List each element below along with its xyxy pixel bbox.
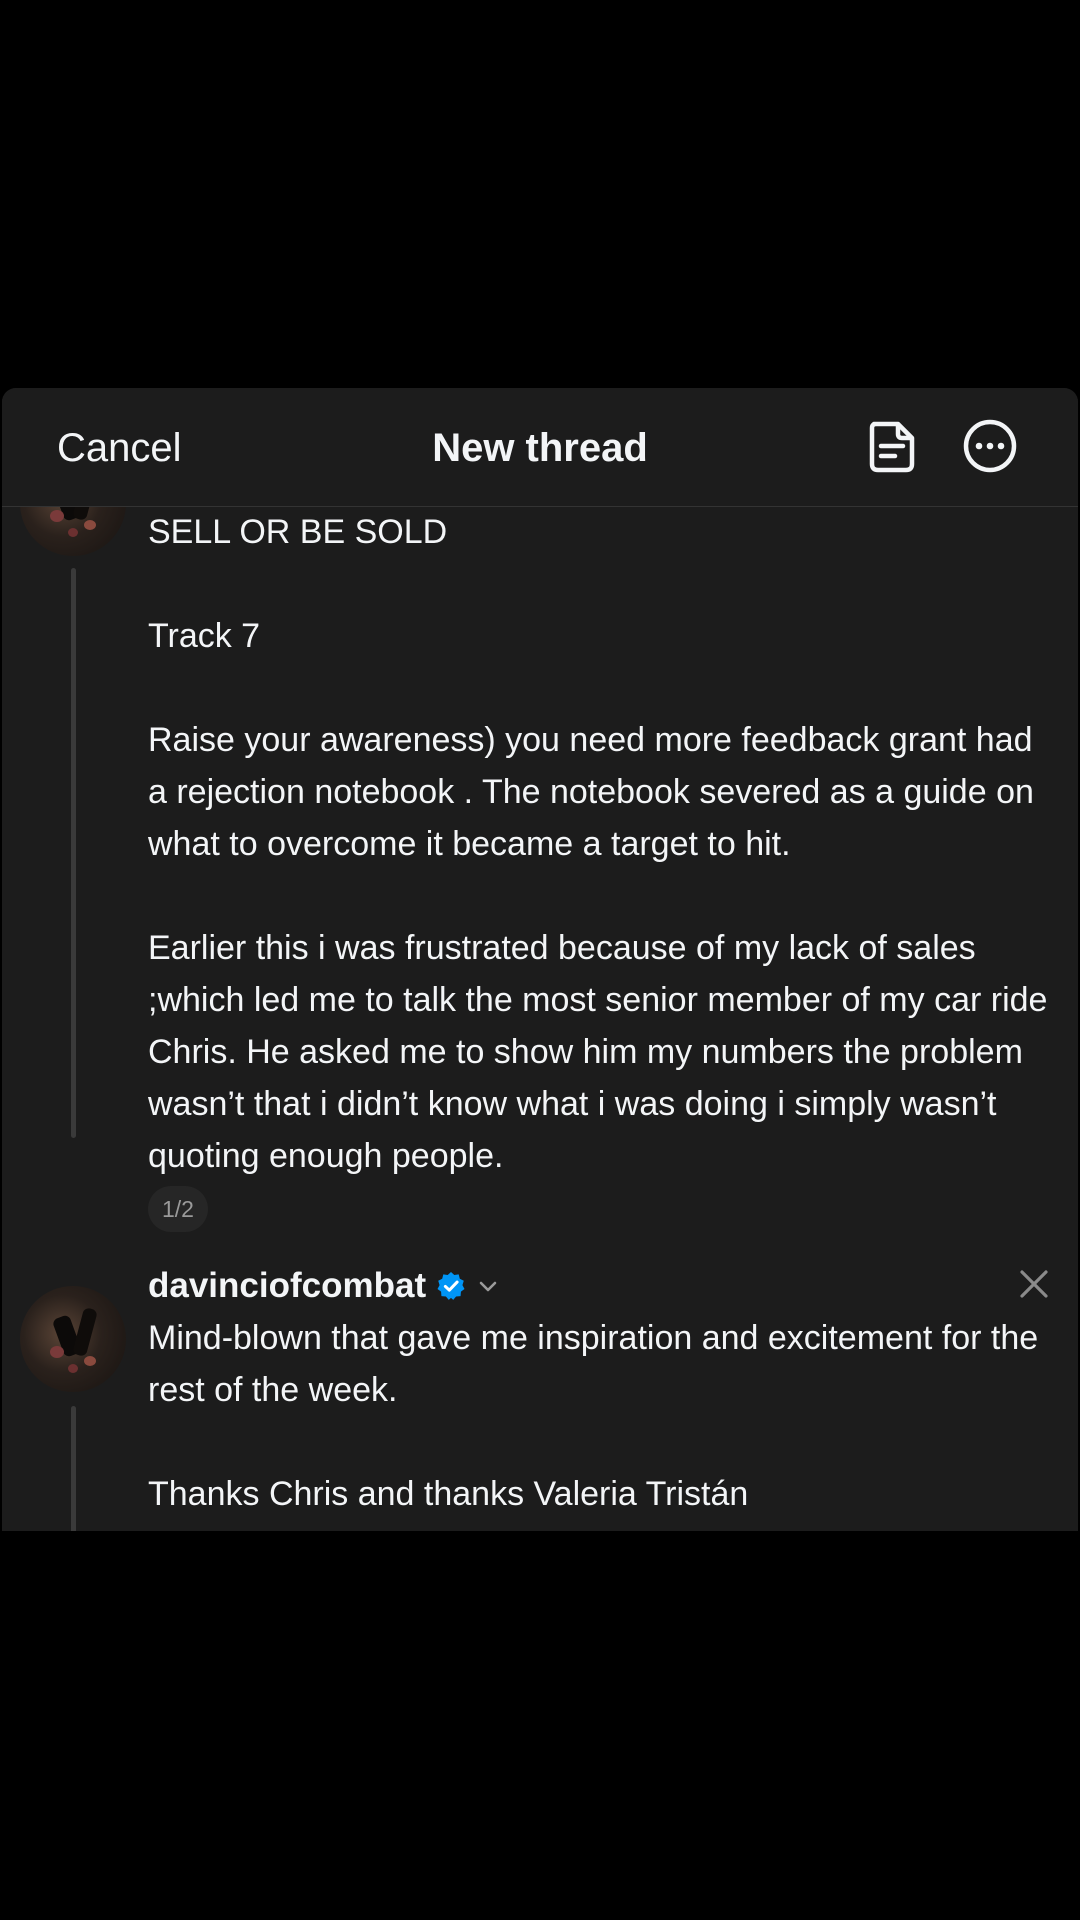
post-paragraph: SELL OR BE SOLD [148,513,448,551]
more-options-icon [958,414,1022,478]
post-text-2[interactable]: Mind-blown that gave me inspiration and … [148,1312,1058,1520]
post-paragraph: Raise your awareness) you need more feed… [148,721,1034,863]
post-paragraph: Mind-blown that gave me inspiration and … [148,1319,1039,1409]
username-row: davinciofcombat [148,1260,500,1312]
close-icon [1014,1264,1054,1304]
post-paragraph: Earlier this i was frustrated because of… [148,929,1048,1175]
page-indicator-badge: 1/2 [148,1186,208,1232]
verified-badge-icon [436,1271,466,1301]
sheet-header: Cancel New thread [2,388,1078,507]
avatar [20,506,126,556]
thread-line [71,1406,76,1531]
post-paragraph [148,870,1058,922]
chevron-down-icon[interactable] [476,1274,500,1298]
remove-post-button[interactable] [1014,1264,1054,1304]
avatar [20,1286,126,1392]
new-thread-sheet: Cancel New thread SELL OR BE SOLD Track … [2,388,1078,1531]
drafts-button[interactable] [860,414,924,478]
thread-composer: SELL OR BE SOLD Track 7 Raise your aware… [2,506,1078,1531]
drafts-icon [860,414,924,478]
post-paragraph: Track 7 [148,617,261,655]
post-text-1[interactable]: SELL OR BE SOLD Track 7 Raise your aware… [148,506,1058,1182]
post-paragraph [148,1416,1058,1468]
post-paragraph: Thanks Chris and thanks Valeria Tristán [148,1475,749,1513]
more-options-button[interactable] [958,414,1022,478]
thread-line [71,568,76,1138]
username[interactable]: davinciofcombat [148,1266,426,1306]
post-paragraph [148,558,1058,610]
post-paragraph [148,662,1058,714]
